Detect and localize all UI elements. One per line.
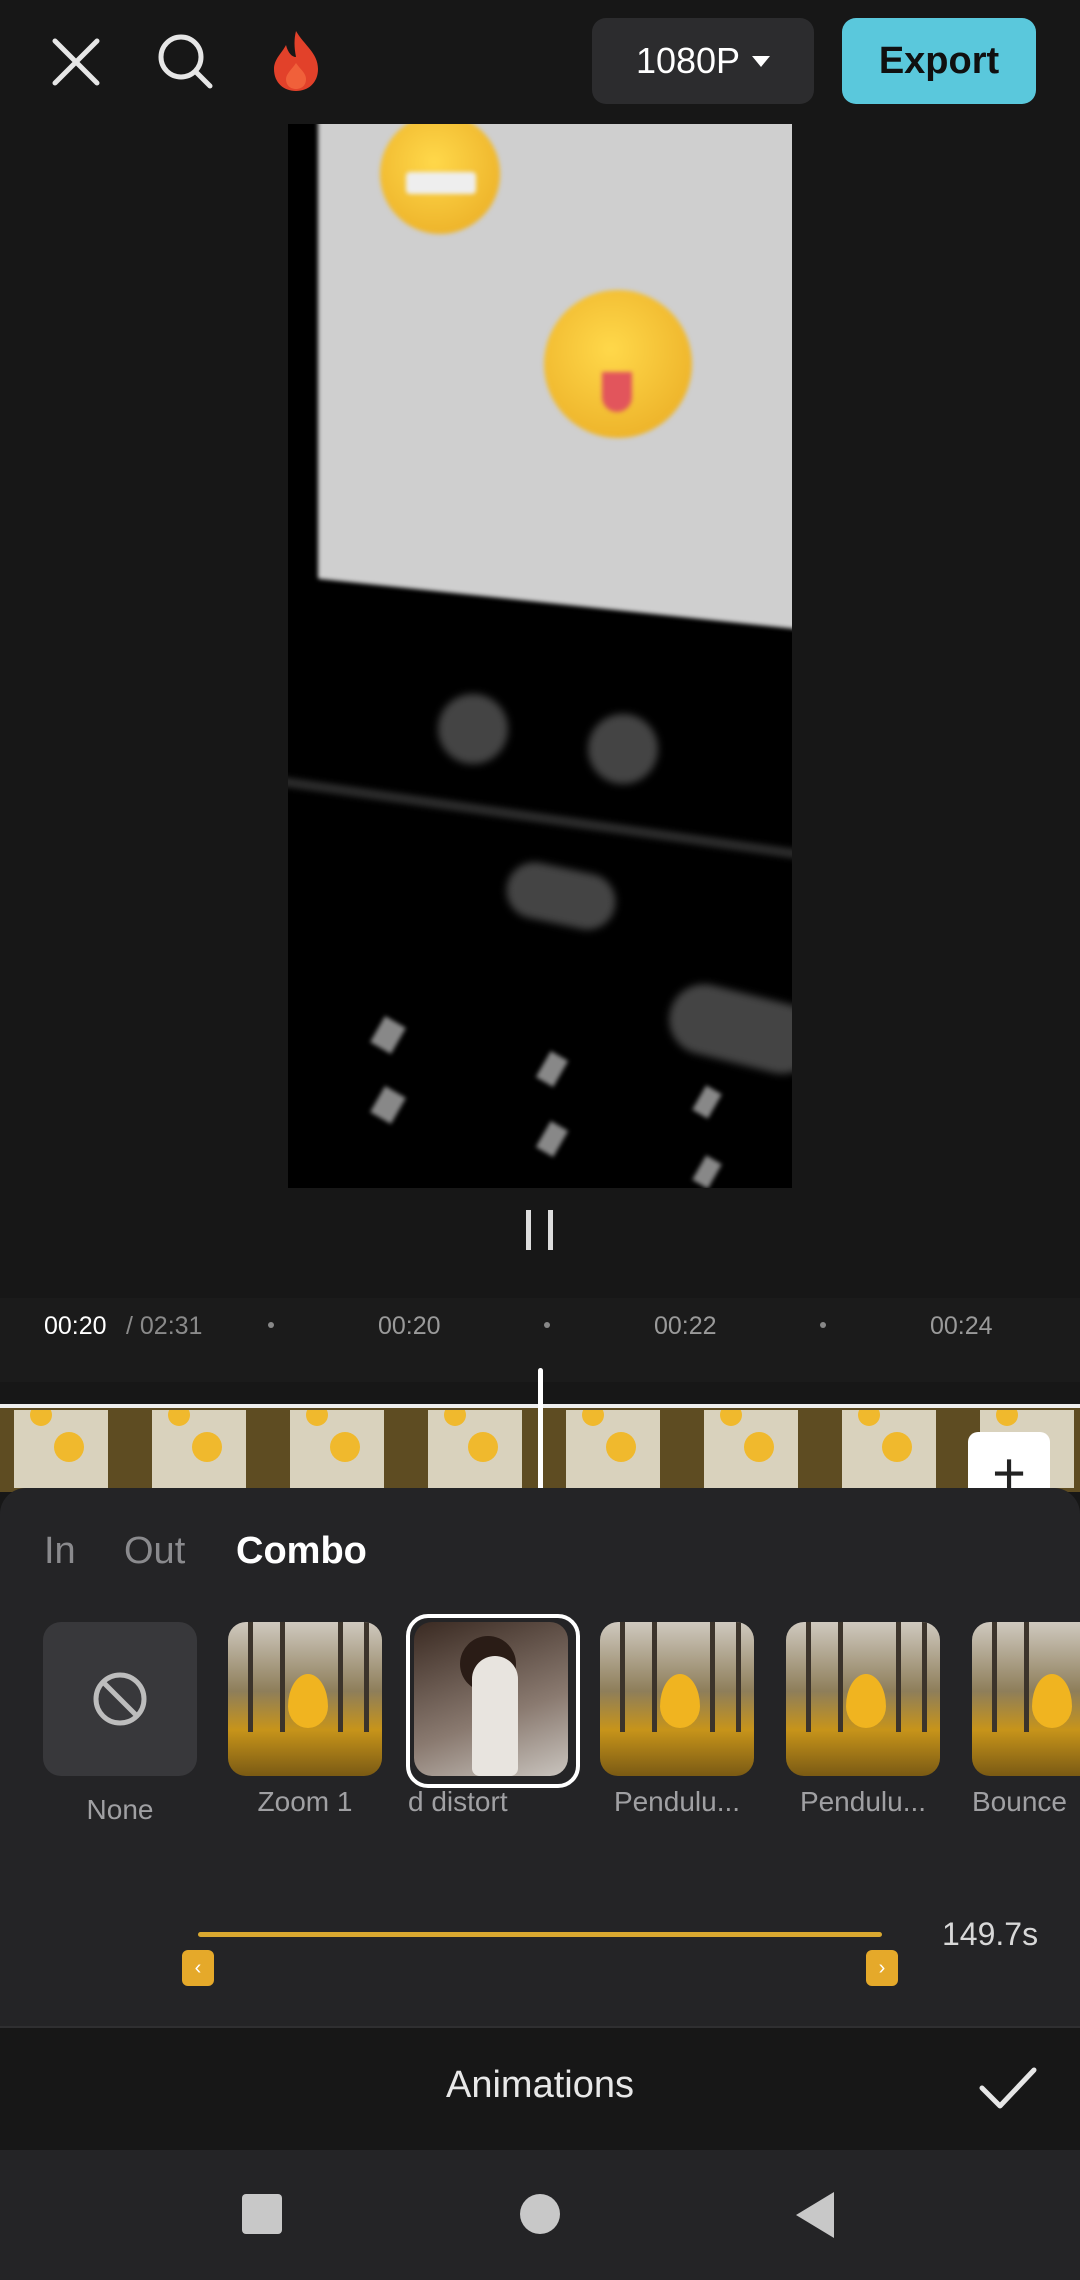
pendulum-thumbnail bbox=[786, 1622, 940, 1776]
animation-item-pendulum-2[interactable]: Pendulu... bbox=[786, 1622, 940, 1818]
tab-out[interactable]: Out bbox=[124, 1530, 185, 1573]
square-icon[interactable] bbox=[242, 2194, 282, 2234]
close-icon[interactable] bbox=[44, 30, 108, 94]
bounce-thumbnail bbox=[972, 1622, 1080, 1776]
playhead[interactable] bbox=[538, 1368, 543, 1498]
ruler-tick: 00:20 bbox=[378, 1312, 441, 1340]
animation-label: Zoom 1 bbox=[257, 1786, 353, 1817]
slider-start-handle[interactable]: ‹ bbox=[182, 1950, 214, 1986]
track-frame bbox=[704, 1410, 798, 1488]
duration-slider[interactable] bbox=[198, 1932, 882, 1937]
ruler-dot bbox=[268, 1322, 274, 1328]
track-frame bbox=[428, 1410, 522, 1488]
panel-title: Animations bbox=[446, 2064, 634, 2106]
track-frame bbox=[152, 1410, 246, 1488]
pause-icon[interactable] bbox=[522, 1210, 558, 1250]
zoom-thumbnail bbox=[228, 1622, 382, 1776]
total-time: / 02:31 bbox=[126, 1312, 203, 1340]
circle-icon[interactable] bbox=[520, 2194, 560, 2234]
track-frame bbox=[14, 1410, 108, 1488]
top-toolbar: 1080P Export bbox=[0, 0, 1080, 124]
track-frame bbox=[290, 1410, 384, 1488]
animation-label: d distort bbox=[408, 1786, 508, 1817]
tab-combo[interactable]: Combo bbox=[236, 1530, 367, 1573]
caret-down-icon bbox=[752, 55, 771, 67]
resolution-dropdown[interactable]: 1080P bbox=[592, 18, 814, 104]
current-time: 00:20 bbox=[44, 1312, 107, 1340]
track-frame bbox=[566, 1410, 660, 1488]
resolution-label: 1080P bbox=[635, 40, 741, 81]
animation-label: Bounce bbox=[972, 1786, 1067, 1817]
animation-label: Pendulu... bbox=[799, 1786, 927, 1817]
ban-icon bbox=[93, 1672, 147, 1726]
search-icon[interactable] bbox=[152, 28, 220, 96]
tongue-emoji bbox=[544, 290, 692, 438]
slider-end-handle[interactable]: › bbox=[866, 1950, 898, 1986]
ruler-dot bbox=[544, 1322, 550, 1328]
flame-icon[interactable] bbox=[262, 26, 330, 96]
animation-item-distort[interactable]: d distort bbox=[406, 1614, 580, 1818]
animation-item-zoom[interactable]: Zoom 1 bbox=[228, 1622, 382, 1818]
ruler-dot bbox=[820, 1322, 826, 1328]
video-preview[interactable] bbox=[288, 124, 792, 1188]
animation-item-none[interactable]: None bbox=[43, 1622, 197, 1826]
animation-item-pendulum-1[interactable]: Pendulu... bbox=[600, 1622, 754, 1818]
animation-item-bounce[interactable]: Bounce bbox=[972, 1622, 1080, 1818]
animation-label: None bbox=[86, 1794, 154, 1825]
divider bbox=[0, 2026, 1080, 2028]
selected-indicator bbox=[406, 1614, 580, 1788]
ruler-tick: 00:24 bbox=[930, 1312, 993, 1340]
duration-value: 149.7s bbox=[942, 1916, 1039, 1952]
tab-in[interactable]: In bbox=[44, 1530, 76, 1573]
track-frame bbox=[842, 1410, 936, 1488]
none-thumbnail bbox=[43, 1622, 197, 1776]
animation-label: Pendulu... bbox=[613, 1786, 741, 1817]
triangle-back-icon[interactable] bbox=[796, 2192, 834, 2238]
ruler-tick: 00:22 bbox=[654, 1312, 717, 1340]
pendulum-thumbnail bbox=[600, 1622, 754, 1776]
check-icon[interactable] bbox=[978, 2066, 1038, 2110]
export-button[interactable]: Export bbox=[842, 18, 1036, 104]
